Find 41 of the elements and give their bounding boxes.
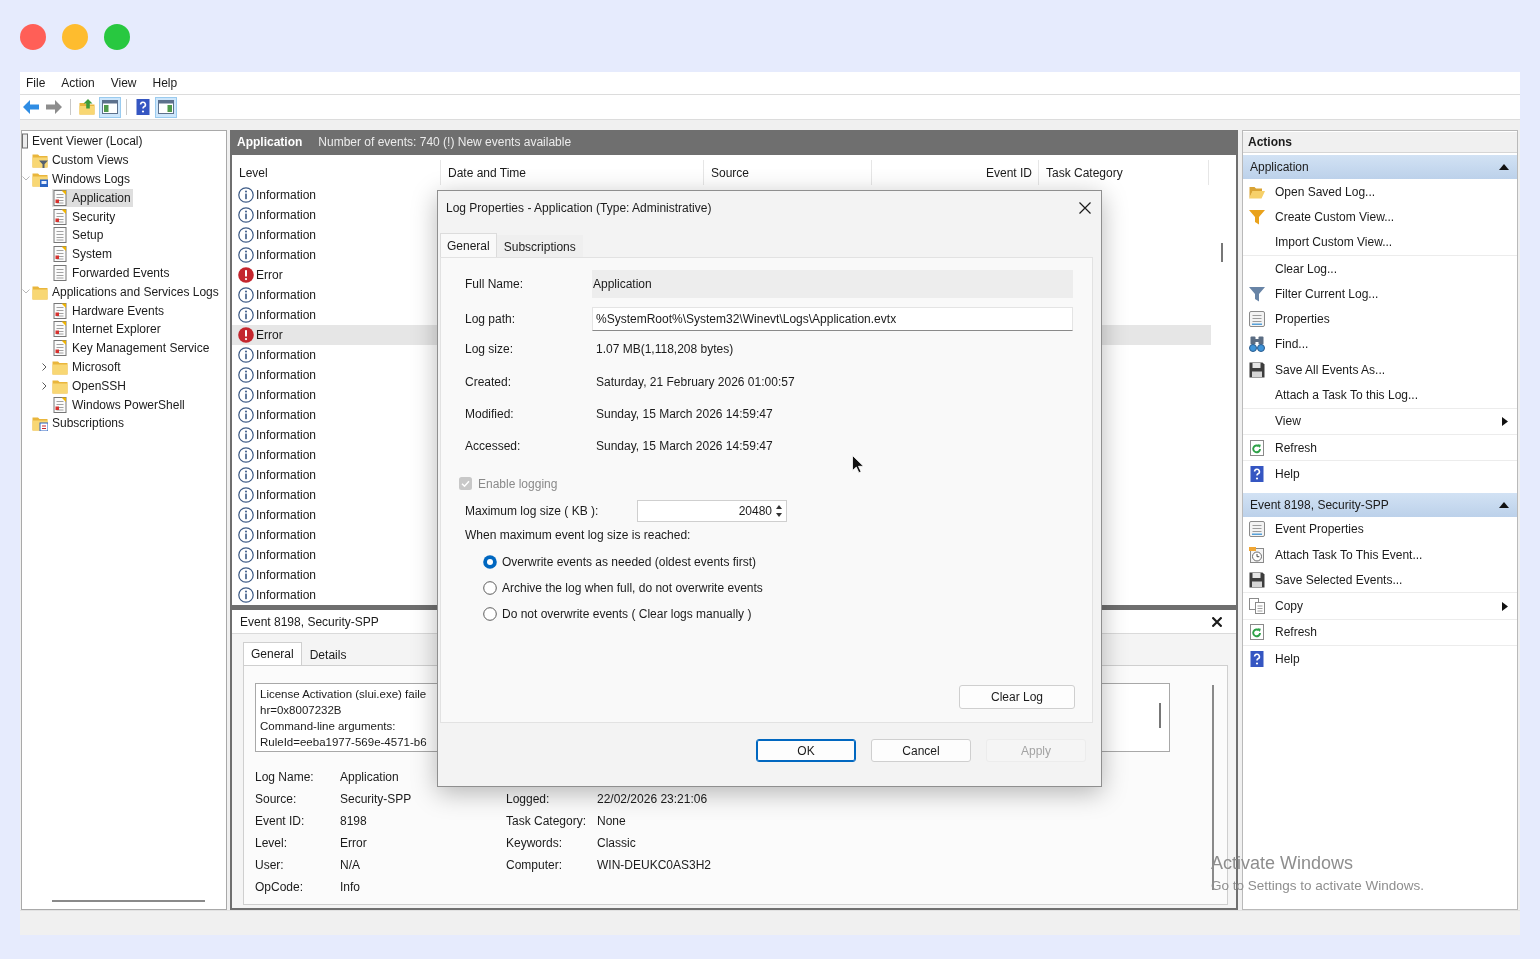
field-value: Info — [340, 880, 360, 894]
field-label: Source: — [255, 792, 298, 806]
field-value: WIN-DEUKC0AS3H2 — [597, 858, 712, 872]
field-label: Task Category: — [506, 814, 588, 828]
field-label: Event ID: — [255, 814, 306, 828]
field-value: Sunday, 15 March 2026 14:59:47 — [595, 439, 773, 454]
retention-prompt: When maximum event log size is reached: — [465, 527, 691, 542]
event-count-summary: Number of events: 740 (!) New events available — [318, 134, 572, 149]
checkbox-label: Enable logging — [478, 476, 558, 491]
field-value: Classic — [597, 836, 636, 850]
field-label: Log Name: — [255, 770, 315, 784]
field-label: Full Name: — [465, 277, 524, 291]
field-label: Maximum log size ( KB ): — [465, 503, 600, 518]
field-label: Keywords: — [506, 836, 564, 850]
field-value: Error — [340, 836, 367, 850]
pane-title: Actions — [1243, 132, 1517, 153]
dialog-title: Log Properties - Application (Type: Administrative) — [446, 200, 712, 215]
radio-label: Archive the log when full, do not overwrite events — [502, 580, 763, 595]
field-value: Sunday, 15 March 2026 14:59:47 — [595, 406, 773, 421]
field-value: Application — [340, 770, 399, 784]
field-value: 22/02/2026 23:21:06 — [597, 792, 708, 806]
field-value: Security-SPP — [340, 792, 412, 806]
field-label: Log size: — [465, 342, 515, 357]
field-value: 1.07 MB(1,118,208 bytes) — [595, 342, 734, 357]
field-label: Created: — [465, 374, 513, 389]
radio-label: Overwrite events as needed (oldest events first) — [502, 554, 757, 569]
field-label: Log path: — [465, 312, 517, 326]
field-value: 8198 — [340, 814, 367, 828]
field-label: Logged: — [506, 792, 551, 806]
field-value: N/A — [340, 858, 360, 872]
log-title: Application — [237, 134, 303, 149]
field-label: Accessed: — [465, 439, 522, 454]
event-title: Event 8198, Security-SPP — [240, 614, 379, 629]
field-value: Saturday, 21 February 2026 01:00:57 — [595, 374, 795, 389]
field-label: Modified: — [465, 406, 515, 421]
field-label: Computer: — [506, 858, 564, 872]
radio-label: Do not overwrite events ( Clear logs manually ) — [502, 606, 752, 621]
field-label: User: — [255, 858, 285, 872]
field-label: Level: — [255, 836, 289, 850]
field-value: None — [597, 814, 626, 828]
field-label: OpCode: — [255, 880, 305, 894]
